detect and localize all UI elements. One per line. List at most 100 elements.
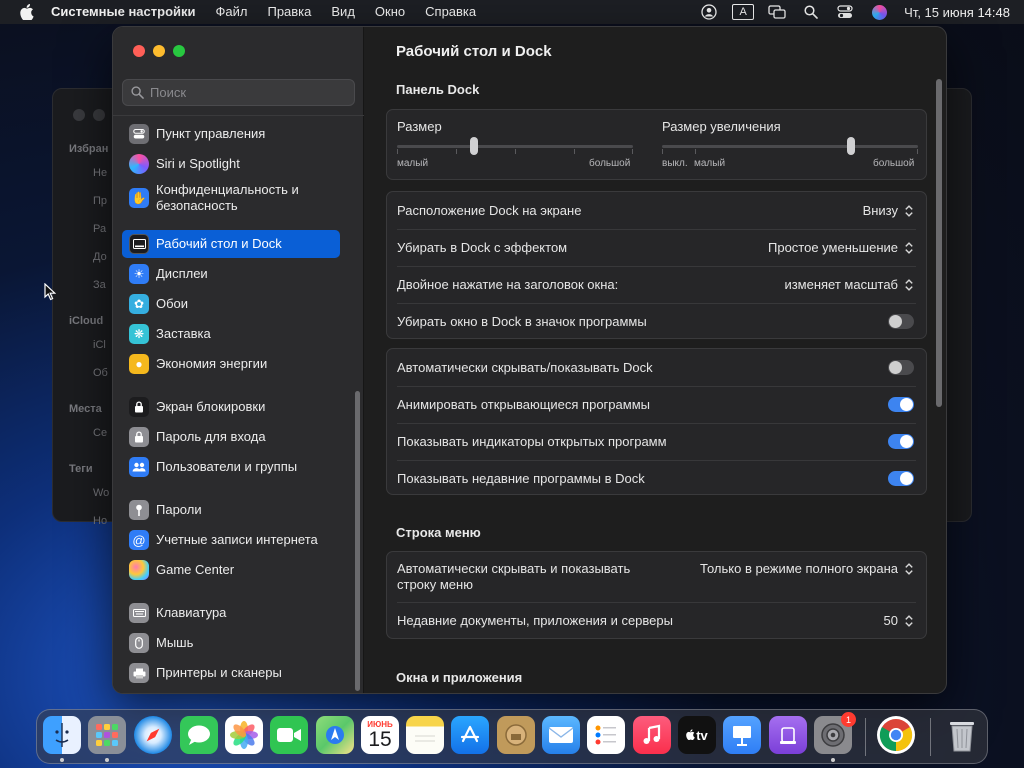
sidebar-item-label: Дисплеи (156, 266, 208, 281)
sidebar-item-screensaver[interactable]: ❋ Заставка (122, 322, 340, 346)
keynote-icon[interactable] (723, 716, 761, 754)
minimize-effect-popup[interactable]: Простое уменьшение (768, 240, 914, 255)
row-label: Недавние документы, приложения и серверы (397, 613, 673, 628)
user-account-icon[interactable] (692, 0, 726, 24)
minimize-button[interactable] (153, 45, 165, 57)
menu-help[interactable]: Справка (415, 0, 486, 24)
menu-edit[interactable]: Правка (257, 0, 321, 24)
show-indicators-row: Показывать индикаторы открытых программ (387, 423, 926, 460)
magnification-min-label: малый (694, 158, 726, 169)
siri-icon (129, 154, 149, 174)
show-indicators-toggle[interactable] (888, 434, 914, 449)
bg-label: За (93, 279, 106, 291)
dock-toggles-group: Автоматически скрывать/показывать Dock А… (386, 348, 927, 495)
row-label: Автоматически скрывать и показывать стро… (397, 561, 631, 592)
row-label: Показывать индикаторы открытых программ (397, 434, 667, 449)
bg-label: Wo (93, 487, 110, 499)
input-source-icon[interactable]: A (726, 0, 760, 24)
music-icon[interactable] (633, 716, 671, 754)
photos-icon[interactable] (225, 716, 263, 754)
sidebar-item-siri[interactable]: Siri и Spotlight (122, 152, 340, 176)
sidebar-item-keyboard[interactable]: Клавиатура (122, 601, 340, 625)
mail-icon[interactable] (542, 716, 580, 754)
control-center-icon[interactable] (828, 0, 862, 24)
apple-menu-icon[interactable] (17, 2, 37, 22)
finder-icon[interactable] (43, 716, 81, 754)
zoom-button[interactable] (173, 45, 185, 57)
show-recent-apps-toggle[interactable] (888, 471, 914, 486)
autohide-menubar-popup[interactable]: Только в режиме полного экрана (700, 561, 914, 576)
sidebar-item-internet-accounts[interactable]: @ Учетные записи интернета (122, 528, 340, 552)
sidebar-item-passwords[interactable]: Пароли (122, 498, 340, 522)
bg-label: Се (93, 427, 108, 439)
archive-icon[interactable] (497, 716, 535, 754)
maps-icon[interactable] (316, 716, 354, 754)
autohide-dock-toggle[interactable] (888, 360, 914, 375)
appstore-icon[interactable] (451, 716, 489, 754)
close-button[interactable] (133, 45, 145, 57)
animate-apps-row: Анимировать открывающиеся программы (387, 386, 926, 423)
running-indicator (105, 758, 109, 762)
row-label: Убирать окно в Dock в значок программы (397, 314, 647, 329)
magnification-slider-thumb[interactable] (847, 137, 855, 155)
search-icon[interactable] (794, 0, 828, 24)
reminders-icon[interactable] (587, 716, 625, 754)
section-heading-windows: Окна и приложения (396, 670, 523, 685)
notes-icon[interactable] (406, 716, 444, 754)
menu-clock[interactable]: Чт, 15 июня 14:48 (904, 5, 1010, 20)
safari-icon[interactable] (134, 716, 172, 754)
content-scrollbar[interactable] (936, 79, 942, 407)
sidebar-item-game-center[interactable]: Game Center (122, 558, 340, 582)
dock-options-group: Расположение Dock на экране Внизу Убират… (386, 191, 927, 339)
sidebar-item-login-password[interactable]: Пароль для входа (122, 425, 340, 449)
siri-icon[interactable] (862, 0, 896, 24)
menu-window[interactable]: Окно (365, 0, 415, 24)
size-max-label: большой (589, 158, 631, 169)
row-label: Убирать в Dock с эффектом (397, 240, 568, 255)
sidebar-scrollbar[interactable] (355, 391, 360, 691)
screen-mirroring-icon[interactable] (760, 0, 794, 24)
sidebar-item-control-center[interactable]: Пункт управления (122, 122, 340, 146)
double-click-popup[interactable]: изменяет масштаб (784, 277, 914, 292)
animate-apps-toggle[interactable] (888, 397, 914, 412)
sidebar-item-label: Game Center (156, 562, 235, 577)
launchpad-icon[interactable] (88, 716, 126, 754)
sidebar-item-users[interactable]: Пользователи и группы (122, 455, 340, 479)
chevron-updown-icon (905, 614, 913, 627)
sidebar-search[interactable] (122, 79, 355, 106)
messages-icon[interactable] (180, 716, 218, 754)
content-pane: Рабочий стол и Dock Панель Dock Размер м… (365, 27, 946, 693)
menu-file[interactable]: Файл (206, 0, 258, 24)
sidebar-item-label: Клавиатура (156, 605, 227, 620)
lock-icon (129, 397, 149, 417)
flower-icon: ✿ (129, 294, 149, 314)
input-source-label: A (732, 4, 755, 20)
recent-items-row: Недавние документы, приложения и серверы… (387, 602, 926, 639)
tv-icon[interactable]: tv (678, 716, 716, 754)
podcast-icon[interactable] (769, 716, 807, 754)
chrome-icon[interactable] (877, 716, 915, 754)
facetime-icon[interactable] (270, 716, 308, 754)
recent-items-popup[interactable]: 50 (884, 613, 914, 628)
minimize-into-app-toggle[interactable] (888, 314, 914, 329)
dock-position-popup[interactable]: Внизу (863, 203, 914, 218)
sidebar-item-displays[interactable]: ☀ Дисплеи (122, 262, 340, 286)
menu-view[interactable]: Вид (321, 0, 365, 24)
sidebar-item-mouse[interactable]: Мышь (122, 631, 340, 655)
menu-app-name[interactable]: Системные настройки (51, 0, 206, 24)
trash-icon[interactable] (943, 716, 981, 754)
search-input[interactable] (150, 85, 340, 100)
sidebar-item-printers[interactable]: Принтеры и сканеры (122, 661, 340, 685)
sidebar-item-wallpaper[interactable]: ✿ Обои (122, 292, 340, 316)
bg-label: Избран (69, 143, 109, 155)
calendar-icon[interactable]: ИЮНЬ 15 (361, 716, 399, 754)
bg-label: До (93, 251, 107, 263)
dock-position-row: Расположение Dock на экране Внизу (387, 192, 926, 229)
apple-logo-icon (686, 728, 695, 743)
sidebar-item-lock-screen[interactable]: Экран блокировки (122, 395, 340, 419)
size-slider-thumb[interactable] (470, 137, 478, 155)
sidebar-item-energy[interactable]: ● Экономия энергии (122, 352, 340, 376)
sidebar-item-desktop-dock[interactable]: Рабочий стол и Dock (122, 230, 340, 258)
settings-icon[interactable]: 1 (814, 712, 856, 754)
sidebar-item-privacy[interactable]: ✋ Конфиденциальность и безопасность (122, 180, 340, 216)
